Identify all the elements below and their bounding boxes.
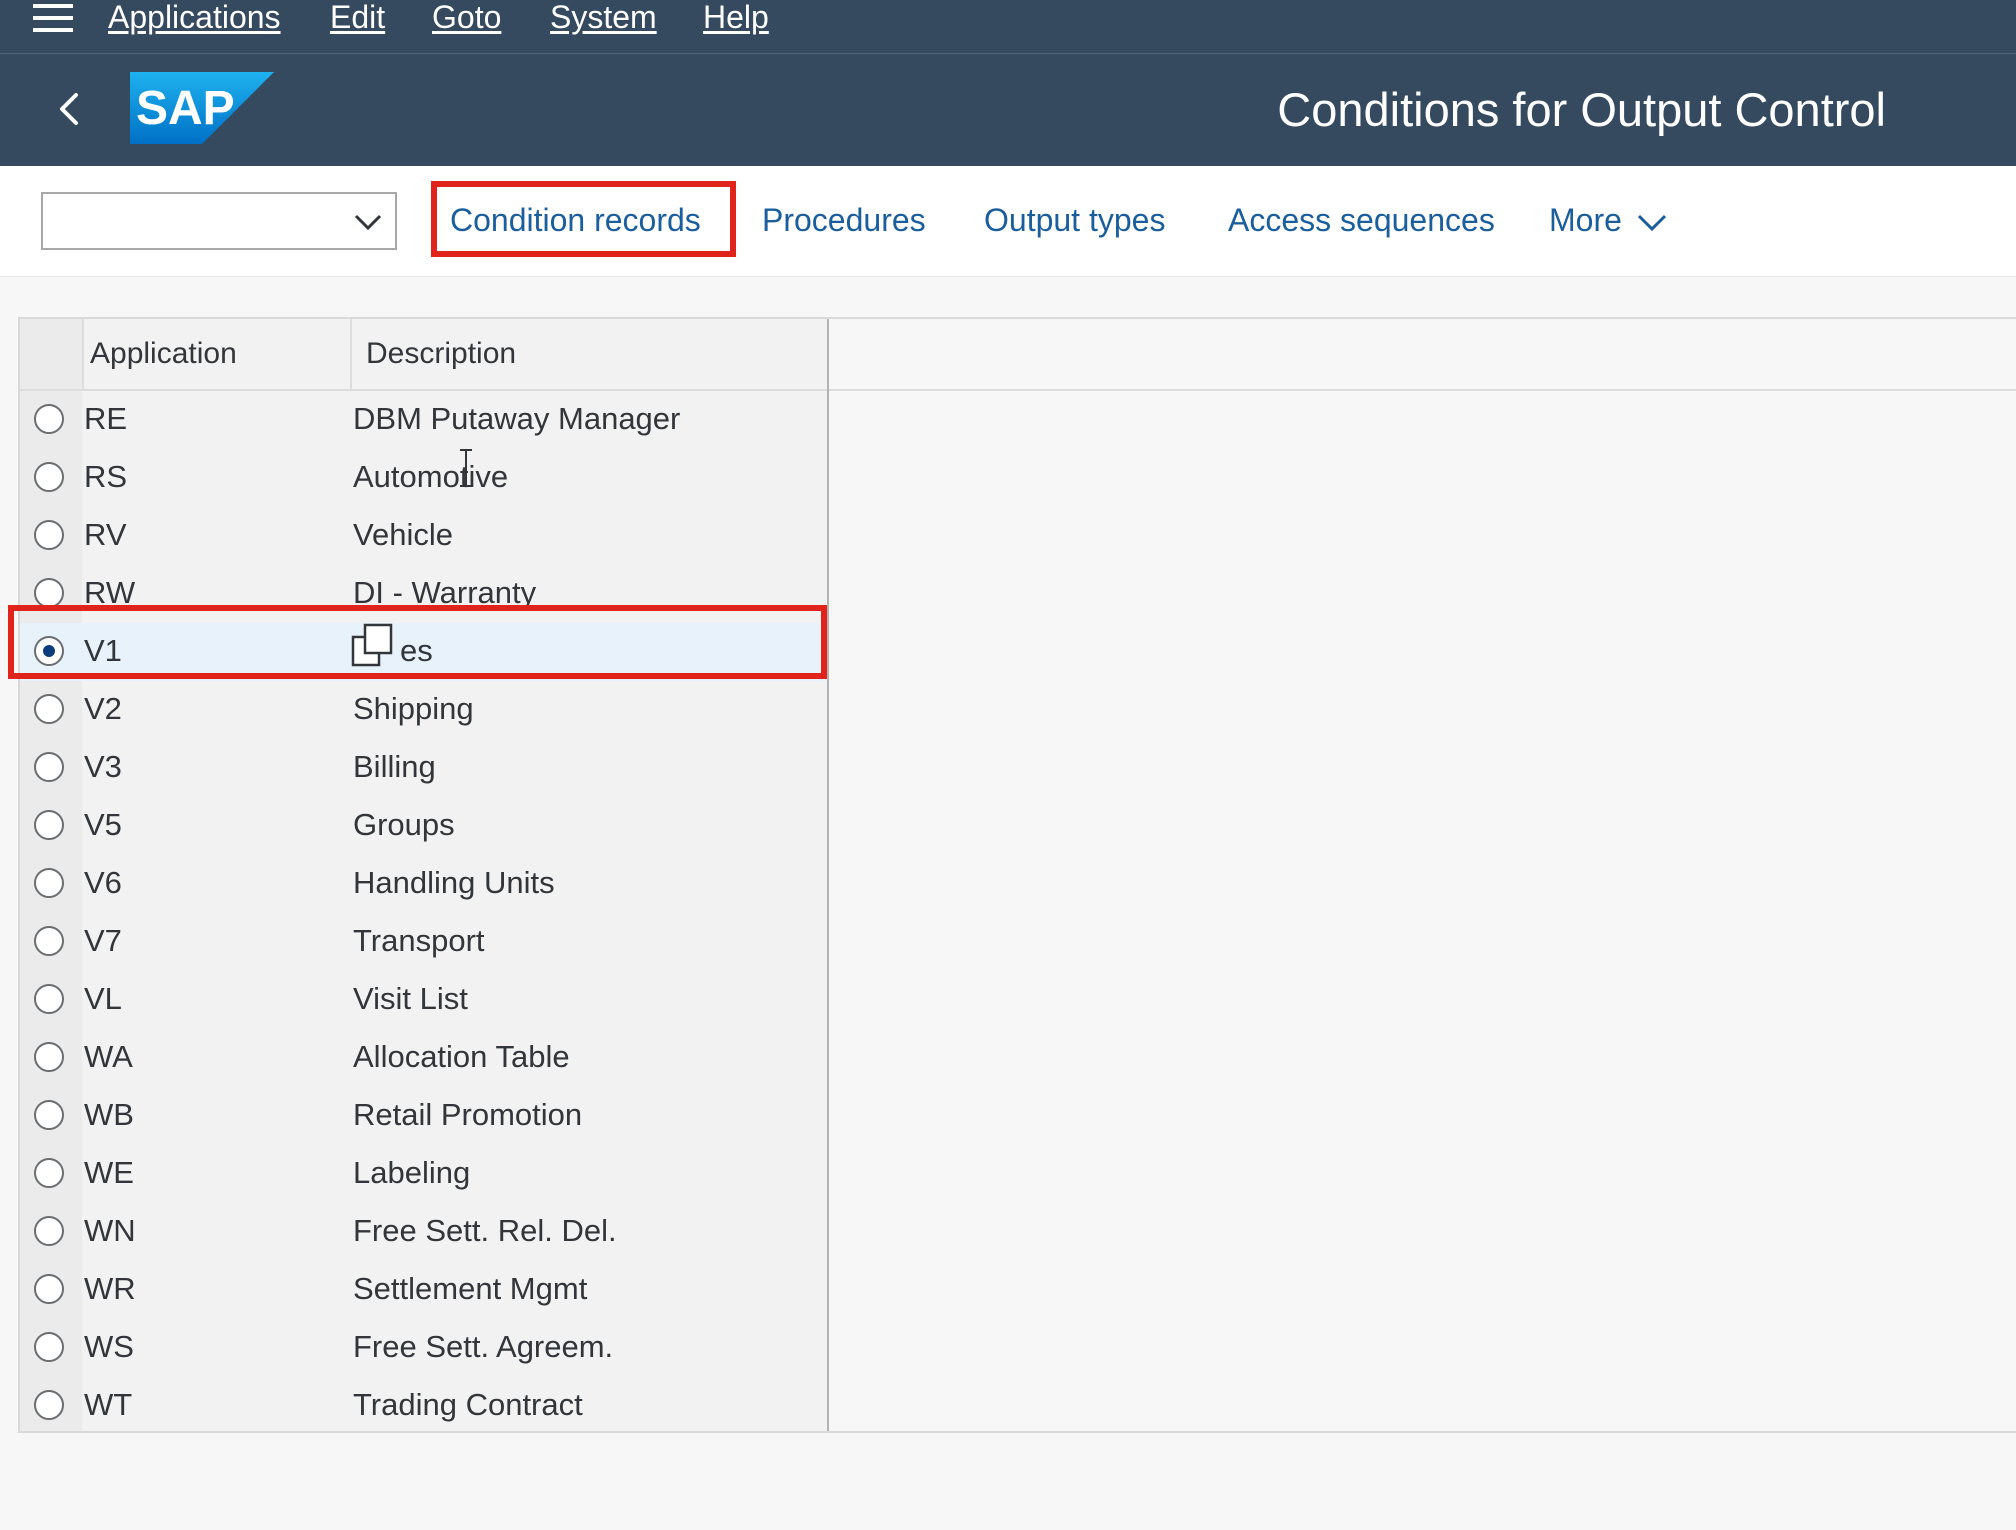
description-cell: Retail Promotion [353, 1097, 583, 1132]
table-row[interactable]: V2 Shipping [20, 681, 827, 739]
header-divider [82, 319, 84, 389]
selected-row-highlight [8, 605, 827, 679]
description-cell: Groups [353, 807, 455, 842]
description-cell: Vehicle [353, 517, 453, 552]
application-cell: WA [84, 1039, 133, 1074]
back-icon[interactable] [50, 89, 90, 129]
table-row[interactable]: V5 Groups [20, 797, 827, 855]
menu-help[interactable]: Help [703, 0, 769, 34]
application-cell: RV [84, 517, 127, 552]
row-radio-button[interactable] [34, 926, 64, 956]
row-radio-button[interactable] [34, 1274, 64, 1304]
row-radio-button[interactable] [34, 694, 64, 724]
access-sequences-link[interactable]: Access sequences [1228, 200, 1495, 240]
application-cell: VL [84, 981, 122, 1016]
table-row[interactable]: WA Allocation Table [20, 1029, 827, 1087]
column-header-application[interactable]: Application [90, 336, 237, 372]
table-row[interactable]: WE Labeling [20, 1145, 827, 1203]
row-radio-button[interactable] [34, 520, 64, 550]
application-cell: V5 [84, 807, 122, 842]
variant-select[interactable] [41, 192, 397, 250]
row-radio-button[interactable] [34, 578, 64, 608]
table-row[interactable]: WT Trading Contract [20, 1377, 827, 1435]
svg-text:SAP: SAP [136, 82, 235, 135]
row-radio-button[interactable] [34, 1216, 64, 1246]
text-cursor-icon [460, 449, 472, 487]
application-cell: WE [84, 1155, 134, 1190]
procedures-link[interactable]: Procedures [762, 200, 926, 240]
row-radio-button[interactable] [34, 404, 64, 434]
menu-bar: Applications Edit Goto System Help [0, 0, 2016, 54]
row-radio-button[interactable] [34, 984, 64, 1014]
menu-goto[interactable]: Goto [432, 0, 501, 34]
menu-system[interactable]: System [550, 0, 657, 34]
table-row[interactable]: WR Settlement Mgmt [20, 1261, 827, 1319]
table-row[interactable]: V6 Handling Units [20, 855, 827, 913]
row-radio-button[interactable] [34, 1042, 64, 1072]
shell-bar: SAP Conditions for Output Control [0, 54, 2016, 166]
condition-records-highlight [431, 181, 736, 257]
row-radio-button[interactable] [34, 810, 64, 840]
application-cell: WB [84, 1097, 134, 1132]
table-row[interactable]: WB Retail Promotion [20, 1087, 827, 1145]
application-cell: WS [84, 1329, 134, 1364]
table-row[interactable]: WN Free Sett. Rel. Del. [20, 1203, 827, 1261]
row-radio-button[interactable] [34, 752, 64, 782]
description-cell: Automotive [353, 459, 509, 494]
header-divider [350, 319, 352, 389]
menu-edit[interactable]: Edit [330, 0, 385, 34]
application-cell: V2 [84, 691, 122, 726]
description-cell: Billing [353, 749, 436, 784]
application-cell: RE [84, 401, 128, 436]
chevron-down-icon[interactable] [353, 208, 383, 234]
more-chevron-down-icon[interactable] [1636, 212, 1668, 234]
row-radio-button[interactable] [34, 1332, 64, 1362]
page-title: Conditions for Output Control [1277, 83, 1886, 136]
application-cell: V3 [84, 749, 122, 784]
more-button[interactable]: More [1549, 200, 1622, 240]
row-radio-button[interactable] [34, 1158, 64, 1188]
sap-logo: SAP [130, 72, 274, 144]
table-header: Application Description [20, 319, 827, 391]
row-radio-button[interactable] [34, 1100, 64, 1130]
row-radio-button[interactable] [34, 462, 64, 492]
table-row[interactable]: RV Vehicle [20, 507, 827, 565]
table-row[interactable]: V3 Billing [20, 739, 827, 797]
table-row[interactable]: RE DBM Putaway Manager [20, 391, 827, 449]
table-row[interactable]: VL Visit List [20, 971, 827, 1029]
description-cell: Labeling [353, 1155, 471, 1190]
table-row[interactable]: RS Automotive [20, 449, 827, 507]
description-cell: Free Sett. Rel. Del. [353, 1213, 617, 1248]
description-cell: Allocation Table [353, 1039, 570, 1074]
column-header-description[interactable]: Description [366, 336, 516, 372]
description-cell: Free Sett. Agreem. [353, 1329, 614, 1364]
description-cell: Trading Contract [353, 1387, 583, 1422]
description-cell: Settlement Mgmt [353, 1271, 588, 1306]
application-cell: WT [84, 1387, 133, 1422]
description-cell: Handling Units [353, 865, 555, 900]
description-cell: Transport [353, 923, 485, 958]
table-rows: RE DBM Putaway Manager RS Automotive RV Veh… [20, 391, 827, 1435]
application-cell: WN [84, 1213, 136, 1248]
application-cell: RS [84, 459, 128, 494]
application-cell: V7 [84, 923, 122, 958]
application-cell: WR [84, 1271, 136, 1306]
application-cell: V6 [84, 865, 122, 900]
table-row[interactable]: V7 Transport [20, 913, 827, 971]
description-cell: Visit List [353, 981, 468, 1016]
menu-applications[interactable]: Applications [108, 0, 281, 34]
row-radio-button[interactable] [34, 868, 64, 898]
description-cell: Shipping [353, 691, 474, 726]
toolbar: Condition records Procedures Output type… [0, 166, 2016, 277]
application-table-panel: Application Description RE DBM Putaway Ma… [18, 317, 2016, 1433]
hamburger-menu-icon[interactable] [33, 4, 73, 34]
table-row[interactable]: WS Free Sett. Agreem. [20, 1319, 827, 1377]
detail-area-header [829, 319, 2016, 391]
copy-icon[interactable] [351, 623, 395, 667]
row-radio-button[interactable] [34, 1390, 64, 1420]
application-table: Application Description RE DBM Putaway Ma… [20, 319, 829, 1431]
description-cell: DBM Putaway Manager [353, 401, 681, 436]
output-types-link[interactable]: Output types [984, 200, 1165, 240]
